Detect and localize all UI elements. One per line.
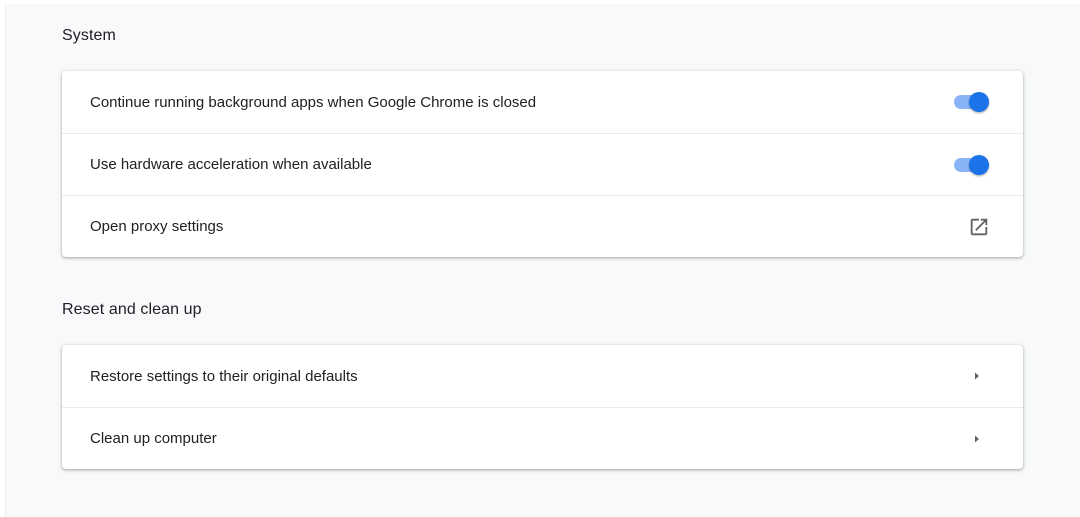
external-link-icon[interactable] bbox=[967, 215, 991, 239]
settings-page: System Continue running background apps … bbox=[5, 4, 1080, 517]
arrow-right-icon[interactable] bbox=[965, 364, 989, 388]
arrow-right-icon[interactable] bbox=[965, 427, 989, 451]
setting-row-hardware-acceleration[interactable]: Use hardware acceleration when available bbox=[62, 133, 1023, 195]
setting-label: Use hardware acceleration when available bbox=[90, 156, 372, 173]
background-apps-toggle[interactable] bbox=[951, 90, 991, 114]
section-title-reset: Reset and clean up bbox=[62, 301, 202, 318]
setting-row-restore-defaults[interactable]: Restore settings to their original defau… bbox=[62, 345, 1023, 407]
reset-card: Restore settings to their original defau… bbox=[62, 345, 1023, 469]
toggle-knob bbox=[969, 92, 989, 112]
section-title-system: System bbox=[62, 27, 116, 44]
setting-label: Restore settings to their original defau… bbox=[90, 367, 358, 385]
setting-row-clean-up[interactable]: Clean up computer bbox=[62, 407, 1023, 469]
system-card: Continue running background apps when Go… bbox=[62, 71, 1023, 257]
setting-row-background-apps[interactable]: Continue running background apps when Go… bbox=[62, 71, 1023, 133]
setting-label: Open proxy settings bbox=[90, 218, 224, 235]
setting-row-proxy[interactable]: Open proxy settings bbox=[62, 195, 1023, 257]
hardware-acceleration-toggle[interactable] bbox=[951, 153, 991, 177]
toggle-knob bbox=[969, 154, 989, 175]
setting-label: Continue running background apps when Go… bbox=[90, 93, 537, 111]
setting-label: Clean up computer bbox=[90, 430, 217, 447]
